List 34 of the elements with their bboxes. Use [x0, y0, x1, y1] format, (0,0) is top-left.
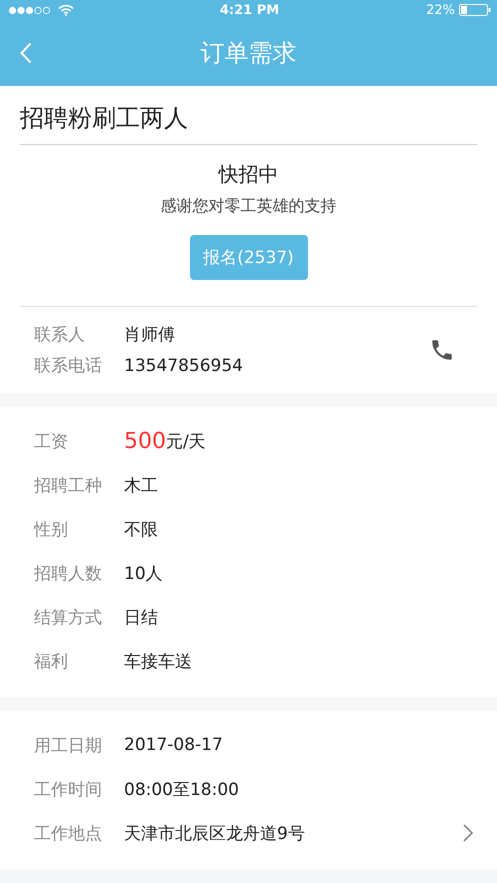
field-label: 用工日期: [34, 734, 102, 756]
salary-unit: 元/天: [166, 430, 206, 452]
field-label: 联系电话: [34, 355, 102, 377]
salary-amount: 500: [124, 428, 166, 454]
page-title: 订单需求: [200, 38, 296, 69]
battery-percent: 22%: [426, 2, 455, 18]
field-label: 工作时间: [34, 778, 102, 800]
chevron-right-icon[interactable]: [463, 824, 473, 842]
wifi-icon: [58, 4, 74, 16]
order-title: 招聘粉刷工两人: [20, 86, 477, 145]
field-label: 招聘工种: [34, 474, 102, 496]
field-label: 联系人: [34, 324, 86, 346]
field-value: 不限: [124, 518, 158, 540]
field-value: 车接车送: [124, 650, 192, 672]
field-value: 肖师傅: [124, 324, 175, 346]
battery-icon: [458, 4, 491, 16]
recruit-status: 快招中: [218, 161, 278, 188]
address-link[interactable]: 天津市北辰区龙舟道9号: [124, 822, 463, 844]
field-value: 10人: [124, 562, 163, 584]
field-label: 福利: [34, 650, 69, 672]
thanks-text: 感谢您对零工英雄的支持: [160, 196, 336, 217]
field-value: 日结: [124, 606, 158, 628]
field-label: 结算方式: [34, 606, 102, 628]
field-value: 2017-08-17: [124, 735, 224, 755]
status-time: 4:21 PM: [220, 2, 280, 18]
field-label: 招聘人数: [34, 562, 102, 584]
back-icon: [20, 42, 32, 64]
field-label: 工作地点: [34, 822, 102, 844]
field-value: 木工: [124, 474, 158, 496]
field-label: 性别: [34, 518, 69, 540]
field-value: 08:00至18:00: [124, 778, 240, 800]
field-value: 13547856954: [124, 356, 243, 376]
signal-icon: [8, 6, 52, 14]
field-label: 工资: [34, 430, 69, 452]
